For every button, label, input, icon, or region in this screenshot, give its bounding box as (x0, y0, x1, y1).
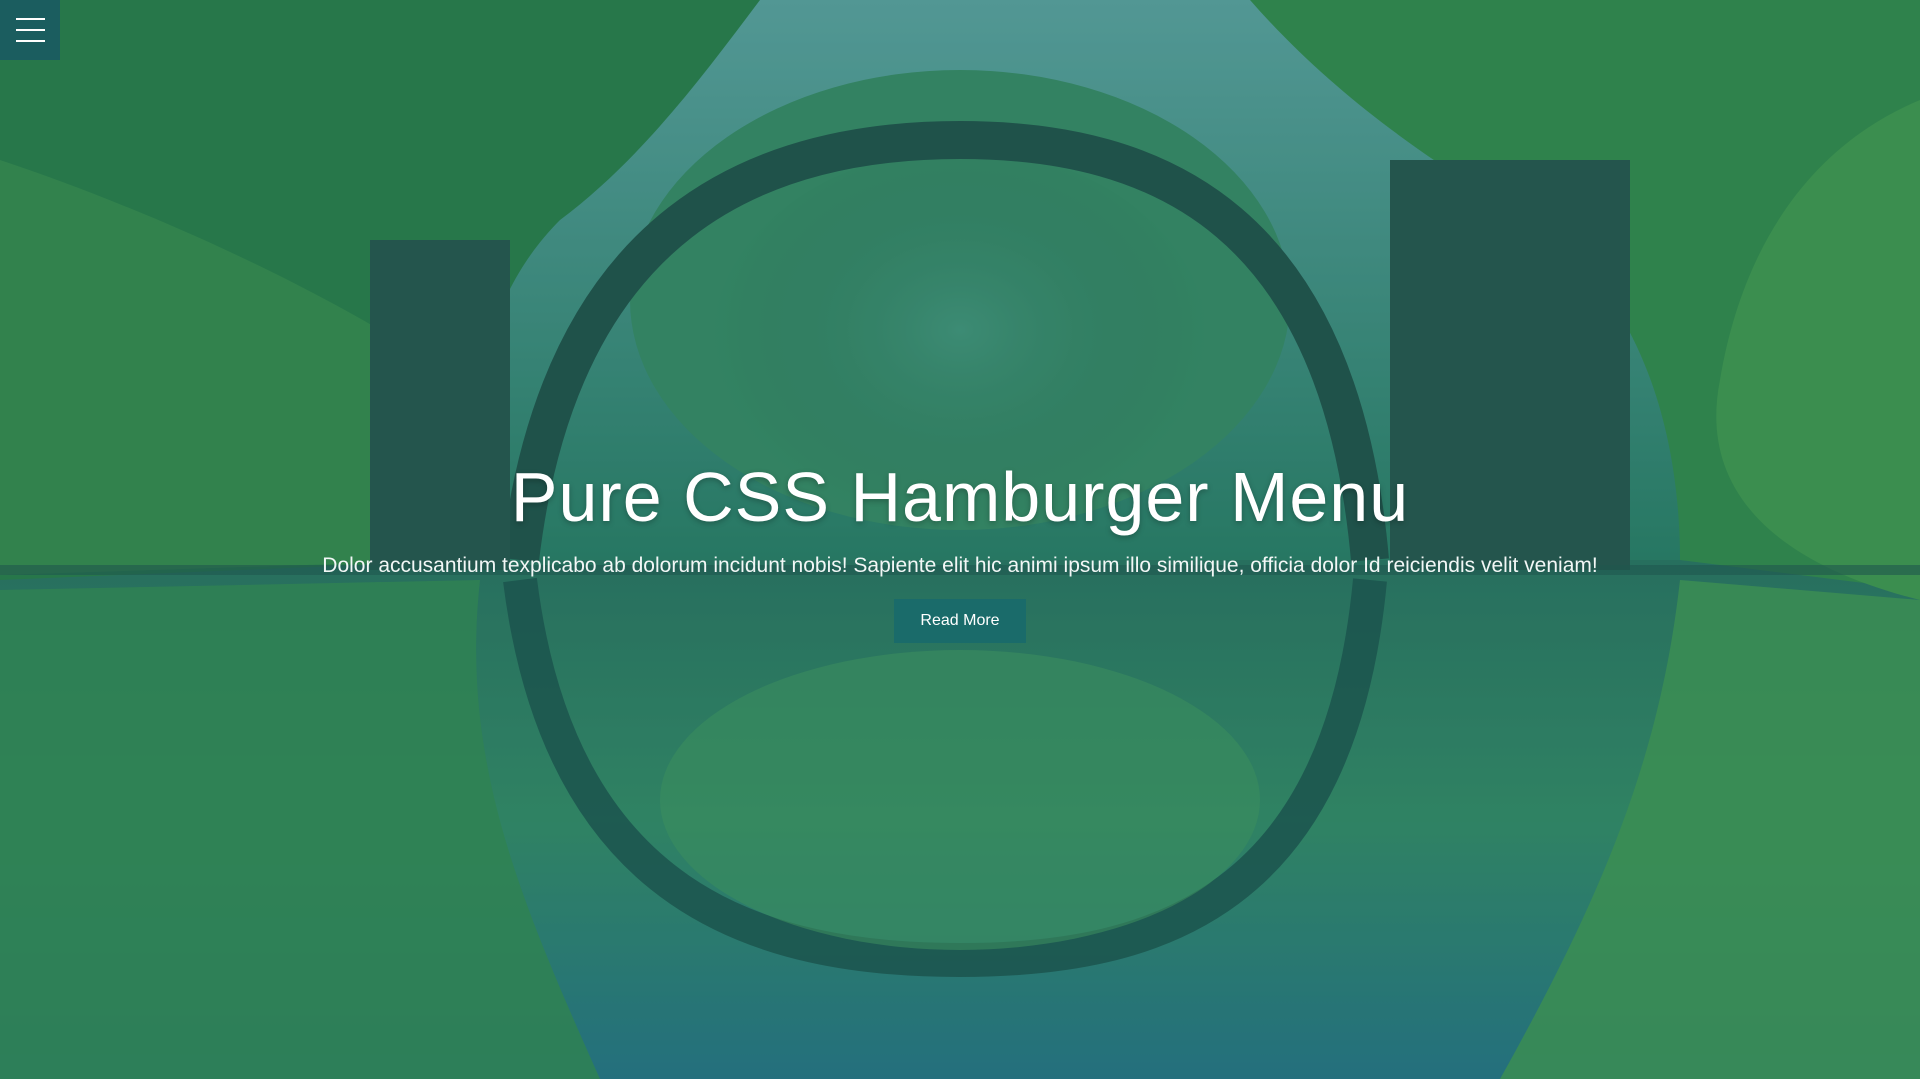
hero-description: Dolor accusantium texplicabo ab dolorum … (322, 554, 1598, 577)
menu-toggle-button[interactable] (0, 0, 60, 60)
hamburger-icon-bar (15, 40, 45, 42)
hamburger-icon (15, 18, 45, 20)
read-more-button[interactable]: Read More (894, 599, 1026, 643)
hero-title: Pure CSS Hamburger Menu (510, 458, 1410, 536)
hero-section: Pure CSS Hamburger Menu Dolor accusantiu… (0, 0, 1920, 1079)
hero-content: Pure CSS Hamburger Menu Dolor accusantiu… (0, 460, 1920, 643)
hamburger-icon-bar (15, 29, 45, 31)
